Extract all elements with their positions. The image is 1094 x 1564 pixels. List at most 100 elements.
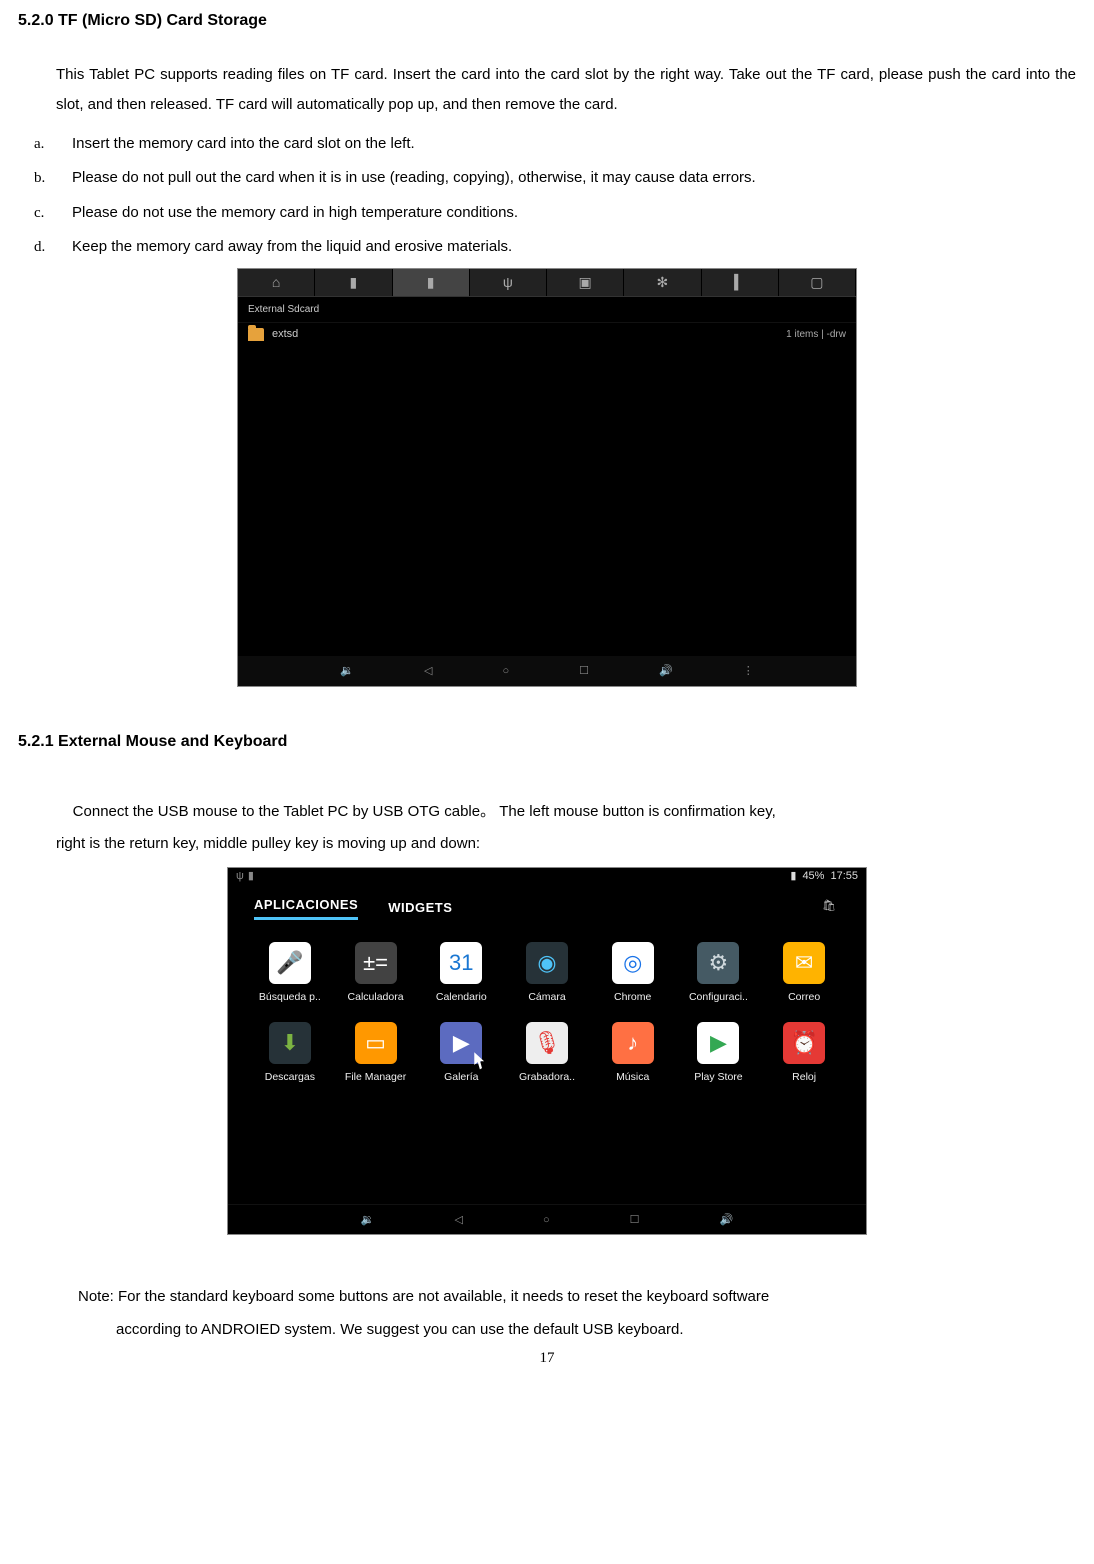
usb-icon: ψ <box>503 273 513 292</box>
app-label: Descargas <box>265 1070 315 1084</box>
menu-dots-icon[interactable]: ⋮ <box>743 664 754 679</box>
back-icon[interactable]: ◁ <box>455 1213 463 1228</box>
sd2-icon: ▮ <box>427 273 435 292</box>
tab-aplicaciones[interactable]: APLICACIONES <box>254 896 358 921</box>
app-drawer-screenshot: ψ ▮ ▮ 45% 17:55 APLICACIONES WIDGETS 🛍 🎤… <box>227 867 867 1236</box>
app-label: Cámara <box>528 990 565 1004</box>
image-icon: ▣ <box>579 273 592 292</box>
drawer-empty-space <box>228 1084 866 1204</box>
list-marker: a. <box>34 130 72 159</box>
empty-area <box>238 346 856 656</box>
folder-row[interactable]: extsd 1 items | -drw <box>238 323 856 346</box>
folder-meta: 1 items | -drw <box>786 328 846 342</box>
app-voice-search[interactable]: 🎤 Búsqueda p.. <box>254 942 326 1004</box>
image-tab[interactable]: ▣ <box>547 269 624 296</box>
app-label: Búsqueda p.. <box>259 990 321 1004</box>
app-label: Calendario <box>436 990 487 1004</box>
heading-520: 5.2.0 TF (Micro SD) Card Storage <box>18 10 1076 32</box>
app-camera[interactable]: ◉ Cámara <box>511 942 583 1004</box>
app-label: Play Store <box>694 1070 742 1084</box>
status-time: 17:55 <box>830 869 858 884</box>
app-label: Grabadora.. <box>519 1070 575 1084</box>
mouse-paragraph-line1: Connect the USB mouse to the Tablet PC b… <box>56 797 1076 827</box>
system-nav-bar: 🔉 ◁ ○ ☐ 🔊 ⋮ <box>238 656 856 686</box>
app-email[interactable]: ✉Correo <box>768 942 840 1004</box>
app-label: Música <box>616 1070 649 1084</box>
instruction-list: a. Insert the memory card into the card … <box>34 130 1076 262</box>
settings-icon: ⚙ <box>697 942 739 984</box>
app-calculator[interactable]: ±=Calculadora <box>340 942 412 1004</box>
intro-paragraph: This Tablet PC supports reading files on… <box>56 60 1076 120</box>
app-downloads[interactable]: ⬇ Descargas <box>254 1022 326 1084</box>
voice-search-icon: 🎤 <box>269 942 311 984</box>
volume-up-icon[interactable]: 🔊 <box>720 1213 734 1228</box>
app-settings[interactable]: ⚙Configuraci.. <box>683 942 755 1004</box>
recents-icon[interactable]: ☐ <box>630 1213 640 1228</box>
storage-tabs: ⌂ ▮ ▮ ψ ▣ ✻ ▍ ▢ <box>238 269 856 297</box>
sd-icon: ▮ <box>350 273 358 292</box>
usb-tab[interactable]: ψ <box>470 269 547 296</box>
sd-tab[interactable]: ▮ <box>315 269 392 296</box>
tab-widgets[interactable]: WIDGETS <box>388 899 452 917</box>
clock-icon: ⏰ <box>783 1022 825 1064</box>
list-text: Keep the memory card away from the liqui… <box>72 233 1076 262</box>
app-chrome[interactable]: ◎Chrome <box>597 942 669 1004</box>
app-play-store[interactable]: ▶ Play Store <box>683 1022 755 1084</box>
app-label: Galería <box>444 1070 478 1084</box>
home-icon: ⌂ <box>272 273 280 292</box>
movie-tab[interactable]: ✻ <box>624 269 701 296</box>
calendar-icon: 31 <box>440 942 482 984</box>
drawer-tabs: APLICACIONES WIDGETS 🛍 <box>228 886 866 929</box>
gallery-icon: ▶ <box>440 1022 482 1064</box>
battery-percent: 45% <box>802 869 824 884</box>
note-line2: according to ANDROIED system. We suggest… <box>116 1316 1076 1345</box>
list-item: d. Keep the memory card away from the li… <box>34 233 1076 262</box>
app-recorder[interactable]: 🎙 Grabadora.. <box>511 1022 583 1084</box>
list-item: b. Please do not pull out the card when … <box>34 164 1076 193</box>
recorder-icon: 🎙 <box>526 1022 568 1064</box>
list-marker: c. <box>34 199 72 228</box>
heading-521: 5.2.1 External Mouse and Keyboard <box>18 731 1076 753</box>
list-marker: b. <box>34 164 72 193</box>
list-text: Please do not use the memory card in hig… <box>72 199 1076 228</box>
movie-icon: ✻ <box>657 273 669 292</box>
home-tab[interactable]: ⌂ <box>238 269 315 296</box>
list-marker: d. <box>34 233 72 262</box>
folder-name: extsd <box>272 327 298 342</box>
email-icon: ✉ <box>783 942 825 984</box>
play-store-icon: ▶ <box>697 1022 739 1064</box>
home-nav-icon[interactable]: ○ <box>502 664 509 679</box>
folder-icon <box>248 328 264 341</box>
app-label: File Manager <box>345 1070 406 1084</box>
app-file-manager[interactable]: ▭ File Manager <box>340 1022 412 1084</box>
breadcrumb: External Sdcard <box>238 297 856 324</box>
status-bar: ψ ▮ ▮ 45% 17:55 <box>228 868 866 886</box>
mouse-paragraph-line2: right is the return key, middle pulley k… <box>56 829 1076 859</box>
volume-down-icon[interactable]: 🔉 <box>361 1213 375 1228</box>
file-manager-screenshot: ⌂ ▮ ▮ ψ ▣ ✻ ▍ ▢ External Sdcard extsd 1 … <box>237 268 857 687</box>
sd2-tab[interactable]: ▮ <box>393 269 470 296</box>
apps-grid-row1: 🎤 Búsqueda p.. ±=Calculadora 31 Calendario ◉ C… <box>228 928 866 1004</box>
battery-icon: ▮ <box>790 869 796 884</box>
camera-icon: ◉ <box>526 942 568 984</box>
volume-up-icon[interactable]: 🔊 <box>659 664 673 679</box>
card-status-icon: ▮ <box>248 869 254 884</box>
app-calendar[interactable]: 31 Calendario <box>425 942 497 1004</box>
app-clock[interactable]: ⏰Reloj <box>768 1022 840 1084</box>
box-tab[interactable]: ▢ <box>779 269 856 296</box>
app-label: Calculadora <box>348 990 404 1004</box>
downloads-icon: ⬇ <box>269 1022 311 1064</box>
list-item: a. Insert the memory card into the card … <box>34 130 1076 159</box>
app-gallery[interactable]: ▶ Galería <box>425 1022 497 1084</box>
recents-icon[interactable]: ☐ <box>579 664 589 679</box>
file-manager-icon: ▭ <box>355 1022 397 1064</box>
bar-tab[interactable]: ▍ <box>702 269 779 296</box>
bar-icon: ▍ <box>734 273 745 292</box>
back-icon[interactable]: ◁ <box>424 664 432 679</box>
volume-down-icon[interactable]: 🔉 <box>340 664 354 679</box>
music-icon: ♪ <box>612 1022 654 1064</box>
home-nav-icon[interactable]: ○ <box>543 1213 550 1228</box>
app-music[interactable]: ♪ Música <box>597 1022 669 1084</box>
app-label: Chrome <box>614 990 651 1004</box>
shop-icon[interactable]: 🛍 <box>822 899 840 917</box>
